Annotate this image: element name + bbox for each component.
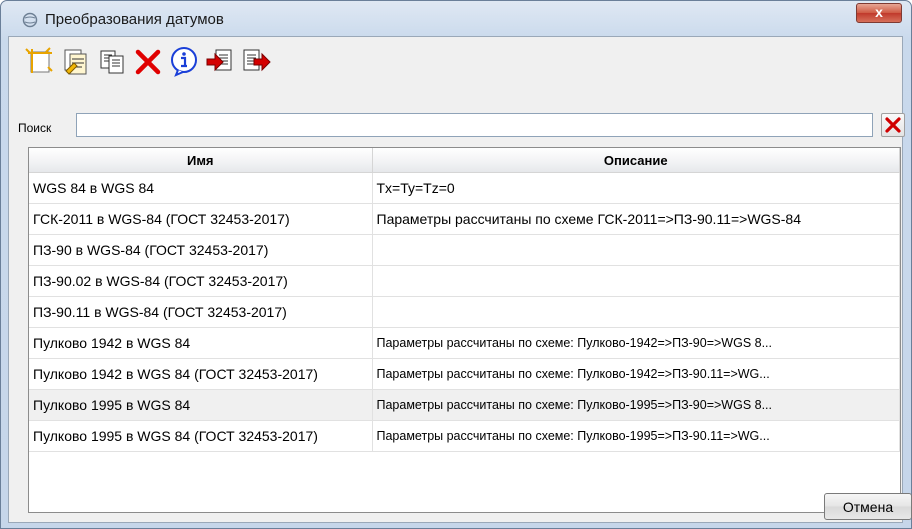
row-description-cell	[372, 265, 900, 297]
close-icon: x	[875, 4, 883, 20]
row-name-cell: Пулково 1942 в WGS 84 (ГОСТ 32453-2017)	[29, 358, 373, 390]
copy-transform-button[interactable]	[96, 45, 128, 77]
row-name-cell: ПЗ-90 в WGS-84 (ГОСТ 32453-2017)	[29, 234, 373, 266]
row-description-cell: Параметры рассчитаны по схеме ГСК-2011=>…	[372, 203, 900, 235]
edit-transform-icon	[64, 49, 87, 75]
row-name-cell: ГСК-2011 в WGS-84 (ГОСТ 32453-2017)	[29, 203, 373, 235]
clear-red-x-icon	[885, 117, 901, 133]
row-description-cell: Параметры рассчитаны по схеме: Пулково-1…	[372, 389, 900, 421]
export-icon	[243, 49, 271, 72]
search-clear-button[interactable]	[881, 113, 905, 137]
row-description-cell: Параметры рассчитаны по схеме: Пулково-1…	[372, 420, 900, 452]
transforms-table: Имя Описание WGS 84 в WGS 84 Tx=Ty=Tz=0 …	[28, 147, 901, 513]
table-row[interactable]: ПЗ-90.11 в WGS-84 (ГОСТ 32453-2017)	[29, 296, 900, 328]
row-description-cell	[372, 296, 900, 328]
table-row[interactable]: ПЗ-90.02 в WGS-84 (ГОСТ 32453-2017)	[29, 265, 900, 297]
import-icon	[206, 49, 232, 72]
row-name-cell: WGS 84 в WGS 84	[29, 172, 373, 204]
row-name-cell: Пулково 1942 в WGS 84	[29, 327, 373, 359]
row-name-cell: ПЗ-90.11 в WGS-84 (ГОСТ 32453-2017)	[29, 296, 373, 328]
table-row[interactable]: Пулково 1995 в WGS 84 (ГОСТ 32453-2017) …	[29, 420, 900, 452]
row-name-cell: Пулково 1995 в WGS 84 (ГОСТ 32453-2017)	[29, 420, 373, 452]
table-header-row: Имя Описание	[29, 148, 900, 173]
title-bar[interactable]: Преобразования датумов x	[1, 1, 911, 37]
row-description-cell: Параметры рассчитаны по схеме: Пулково-1…	[372, 327, 900, 359]
table-row[interactable]: ГСК-2011 в WGS-84 (ГОСТ 32453-2017) Пара…	[29, 203, 900, 235]
delete-button[interactable]	[132, 45, 164, 77]
cancel-button[interactable]: Отмена	[824, 493, 912, 520]
dialog-client-area: Поиск Имя Описание WGS 84 в WGS 84 Tx=Ty…	[8, 36, 912, 523]
new-transform-icon	[25, 47, 53, 73]
table-row[interactable]: Пулково 1942 в WGS 84 Параметры рассчита…	[29, 327, 900, 359]
table-row[interactable]: ПЗ-90 в WGS-84 (ГОСТ 32453-2017)	[29, 234, 900, 266]
row-name-cell: Пулково 1995 в WGS 84	[29, 389, 373, 421]
search-input[interactable]	[76, 113, 873, 137]
copy-transform-icon	[100, 50, 124, 74]
search-label: Поиск	[18, 121, 52, 135]
window-title: Преобразования датумов	[45, 11, 224, 28]
edit-transform-button[interactable]	[60, 45, 92, 77]
column-header-name[interactable]: Имя	[29, 148, 373, 173]
export-button[interactable]	[240, 45, 272, 77]
info-button[interactable]	[168, 45, 200, 77]
import-button[interactable]	[204, 45, 236, 77]
column-header-description[interactable]: Описание	[372, 148, 900, 173]
row-description-cell	[372, 234, 900, 266]
table-row[interactable]: WGS 84 в WGS 84 Tx=Ty=Tz=0	[29, 172, 900, 204]
info-icon	[171, 47, 197, 77]
row-description-cell: Tx=Ty=Tz=0	[372, 172, 900, 204]
new-transform-button[interactable]	[24, 45, 56, 77]
app-globe-icon	[22, 12, 38, 28]
table-row-selected[interactable]: Пулково 1995 в WGS 84 Параметры рассчита…	[29, 389, 900, 421]
row-description-cell: Параметры рассчитаны по схеме: Пулково-1…	[372, 358, 900, 390]
close-button[interactable]: x	[856, 3, 902, 23]
delete-icon	[135, 49, 161, 75]
row-name-cell: ПЗ-90.02 в WGS-84 (ГОСТ 32453-2017)	[29, 265, 373, 297]
table-row[interactable]: Пулково 1942 в WGS 84 (ГОСТ 32453-2017) …	[29, 358, 900, 390]
